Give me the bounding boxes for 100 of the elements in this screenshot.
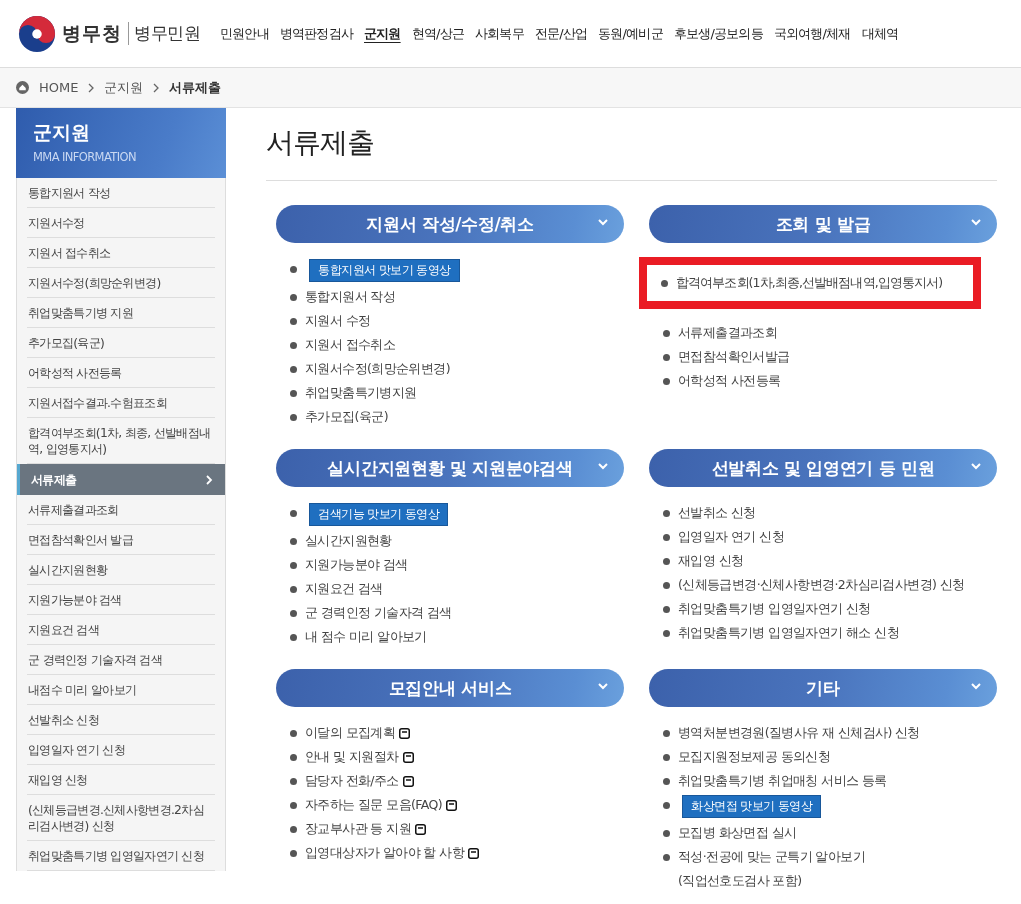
section-header[interactable]: 실시간지원현황 및 지원분야검색 bbox=[276, 449, 624, 487]
menu-link[interactable]: 실시간지원현황 bbox=[305, 529, 392, 553]
sidebar-item[interactable]: 지원서접수결과.수험표조회 bbox=[27, 388, 215, 418]
menu-link[interactable]: 지원서수정(희망순위변경) bbox=[305, 357, 450, 381]
video-button[interactable]: 화상면접 맛보기 동영상 bbox=[682, 795, 822, 818]
menu-link[interactable]: 담당자 전화/주소 bbox=[305, 769, 414, 793]
nav-link[interactable]: 전문/산업 bbox=[534, 24, 588, 43]
menu-link[interactable]: 취업맞춤특기병 입영일자연기 해소 신청 bbox=[678, 621, 899, 645]
menu-link[interactable]: 지원요건 검색 bbox=[305, 577, 383, 601]
bullet-icon bbox=[290, 342, 297, 349]
bullet-icon bbox=[663, 854, 670, 861]
sidebar-item[interactable]: 서류제출결과조회 bbox=[27, 495, 215, 525]
nav-link[interactable]: 후보생/공보의등 bbox=[673, 24, 763, 43]
menu-link[interactable]: 재입영 신청 bbox=[678, 549, 744, 573]
sidebar-item[interactable]: 입영일자 연기 신청 bbox=[27, 735, 215, 765]
bullet-icon bbox=[290, 510, 297, 517]
bullet-icon bbox=[663, 558, 670, 565]
menu-link[interactable]: 이달의 모집계획 bbox=[305, 721, 411, 745]
menu-link[interactable]: 장교부사관 등 지원 bbox=[305, 817, 426, 841]
bullet-icon bbox=[663, 802, 670, 809]
nav-link[interactable]: 사회복무 bbox=[475, 24, 524, 43]
nav-link[interactable]: 현역/상근 bbox=[411, 24, 464, 43]
menu-link[interactable]: 안내 및 지원절차 bbox=[305, 745, 414, 769]
bullet-icon bbox=[290, 266, 297, 273]
bullet-icon bbox=[290, 366, 297, 373]
menu-link[interactable]: 지원가능분야 검색 bbox=[305, 553, 408, 577]
popup-icon bbox=[414, 824, 426, 835]
bullet-icon bbox=[290, 318, 297, 325]
sidebar-item[interactable]: 지원서 접수취소 bbox=[27, 238, 215, 268]
menu-link[interactable]: 선발취소 신청 bbox=[678, 501, 756, 525]
menu-link[interactable]: 서류제출결과조회 bbox=[678, 321, 778, 345]
popup-icon bbox=[445, 800, 457, 811]
bullet-icon bbox=[663, 778, 670, 785]
video-button[interactable]: 통합지원서 맛보기 동영상 bbox=[309, 259, 460, 282]
sidebar-item[interactable]: 추가모집(육군) bbox=[27, 328, 215, 358]
sidebar-item[interactable]: 통합지원서 작성 bbox=[27, 178, 215, 208]
sidebar-item[interactable]: 실시간지원현황 bbox=[27, 555, 215, 585]
nav-link[interactable]: 국외여행/체재 bbox=[773, 24, 851, 43]
popup-icon bbox=[402, 752, 414, 763]
menu-link[interactable]: 입영일자 연기 신청 bbox=[678, 525, 784, 549]
menu-link[interactable]: 모집병 화상면접 실시 bbox=[678, 821, 797, 845]
section-header[interactable]: 모집안내 서비스 bbox=[276, 669, 624, 707]
bullet-icon bbox=[663, 330, 670, 337]
section-header[interactable]: 지원서 작성/수정/취소 bbox=[276, 205, 624, 243]
sidebar-item[interactable]: 지원서수정(희망순위변경) bbox=[27, 268, 215, 298]
nav-link[interactable]: 동원/예비군 bbox=[598, 24, 663, 43]
menu-link[interactable]: 모집지원정보제공 동의신청 bbox=[678, 745, 831, 769]
video-button[interactable]: 검색기능 맛보기 동영상 bbox=[309, 503, 449, 526]
emblem-icon bbox=[18, 14, 56, 53]
menu-link[interactable]: 병역처분변경원(질병사유 재 신체검사) 신청 bbox=[678, 721, 920, 745]
menu-link[interactable]: (신체등급변경·신체사항변경·2차심리검사변경) 신청 bbox=[678, 573, 965, 597]
page-title: 서류제출 bbox=[266, 108, 997, 181]
sidebar-item[interactable]: 군 경력인정 기술자격 검색 bbox=[27, 645, 215, 675]
bullet-icon bbox=[663, 754, 670, 761]
menu-link[interactable]: 통합지원서 작성 bbox=[305, 285, 396, 309]
section-header[interactable]: 선발취소 및 입영연기 등 민원 bbox=[649, 449, 997, 487]
menu-link[interactable]: 입영대상자가 알아야 할 사항 bbox=[305, 841, 479, 865]
menu-link[interactable]: 지원서 수정 bbox=[305, 309, 371, 333]
bullet-icon bbox=[290, 778, 297, 785]
section-header[interactable]: 기타 bbox=[649, 669, 997, 707]
breadcrumb-link[interactable]: 군지원 bbox=[104, 78, 144, 97]
menu-link[interactable]: 취업맞춤특기병 입영일자연기 신청 bbox=[678, 597, 871, 621]
menu-link[interactable]: 취업맞춤특기병지원 bbox=[305, 381, 417, 405]
breadcrumb-link[interactable]: HOME bbox=[39, 80, 79, 95]
sidebar-item[interactable]: (신체등급변경.신체사항변경.2차심리검사변경) 신청 bbox=[27, 795, 215, 841]
bullet-icon bbox=[290, 754, 297, 761]
sidebar-item[interactable]: 취업맞춤특기병 지원 bbox=[27, 298, 215, 328]
sidebar-item[interactable]: 재입영 신청 bbox=[27, 765, 215, 795]
bullet-icon bbox=[290, 538, 297, 545]
sidebar-item[interactable]: 지원가능분야 검색 bbox=[27, 585, 215, 615]
menu-link[interactable]: 군 경력인정 기술자격 검색 bbox=[305, 601, 452, 625]
bullet-icon bbox=[290, 562, 297, 569]
bullet-icon bbox=[290, 414, 297, 421]
bullet-icon bbox=[663, 534, 670, 541]
menu-link[interactable]: 내 점수 미리 알아보기 bbox=[305, 625, 427, 649]
sidebar-item[interactable]: 선발취소 신청 bbox=[27, 705, 215, 735]
nav-link[interactable]: 병역판정검사 bbox=[279, 24, 353, 43]
section-header[interactable]: 조회 및 발급 bbox=[649, 205, 997, 243]
nav-link[interactable]: 민원안내 bbox=[220, 24, 269, 43]
bullet-icon bbox=[290, 850, 297, 857]
popup-icon bbox=[467, 848, 479, 859]
sidebar-item[interactable]: 지원요건 검색 bbox=[27, 615, 215, 645]
sidebar-item[interactable]: 취업맞춤특기병 입영일자연기 신청 bbox=[27, 841, 215, 871]
menu-link[interactable]: 어학성적 사전등록 bbox=[678, 369, 781, 393]
sidebar-item[interactable]: 지원서수정 bbox=[27, 208, 215, 238]
sidebar-item[interactable]: 면접참석확인서 발급 bbox=[27, 525, 215, 555]
sidebar-item[interactable]: 어학성적 사전등록 bbox=[27, 358, 215, 388]
nav-link[interactable]: 대체역 bbox=[861, 24, 899, 43]
sidebar-item[interactable]: 내점수 미리 알아보기 bbox=[27, 675, 215, 705]
section-title: 실시간지원현황 및 지원분야검색 bbox=[327, 456, 573, 480]
menu-link[interactable]: 면접참석확인서발급 bbox=[678, 345, 790, 369]
menu-link[interactable]: 자주하는 질문 모음(FAQ) bbox=[305, 793, 457, 817]
menu-link[interactable]: 지원서 접수취소 bbox=[305, 333, 396, 357]
menu-link[interactable]: 적성·전공에 맞는 군특기 알아보기 (직업선호도검사 포함) bbox=[678, 845, 866, 893]
sidebar-title: 군지원 bbox=[33, 120, 91, 145]
menu-link[interactable]: 취업맞춤특기병 취업매칭 서비스 등록 bbox=[678, 769, 887, 793]
section-title: 모집안내 서비스 bbox=[388, 676, 512, 700]
nav-link[interactable]: 군지원 bbox=[364, 24, 401, 43]
chevron-down-icon bbox=[598, 463, 608, 470]
menu-link[interactable]: 추가모집(육군) bbox=[305, 405, 388, 429]
